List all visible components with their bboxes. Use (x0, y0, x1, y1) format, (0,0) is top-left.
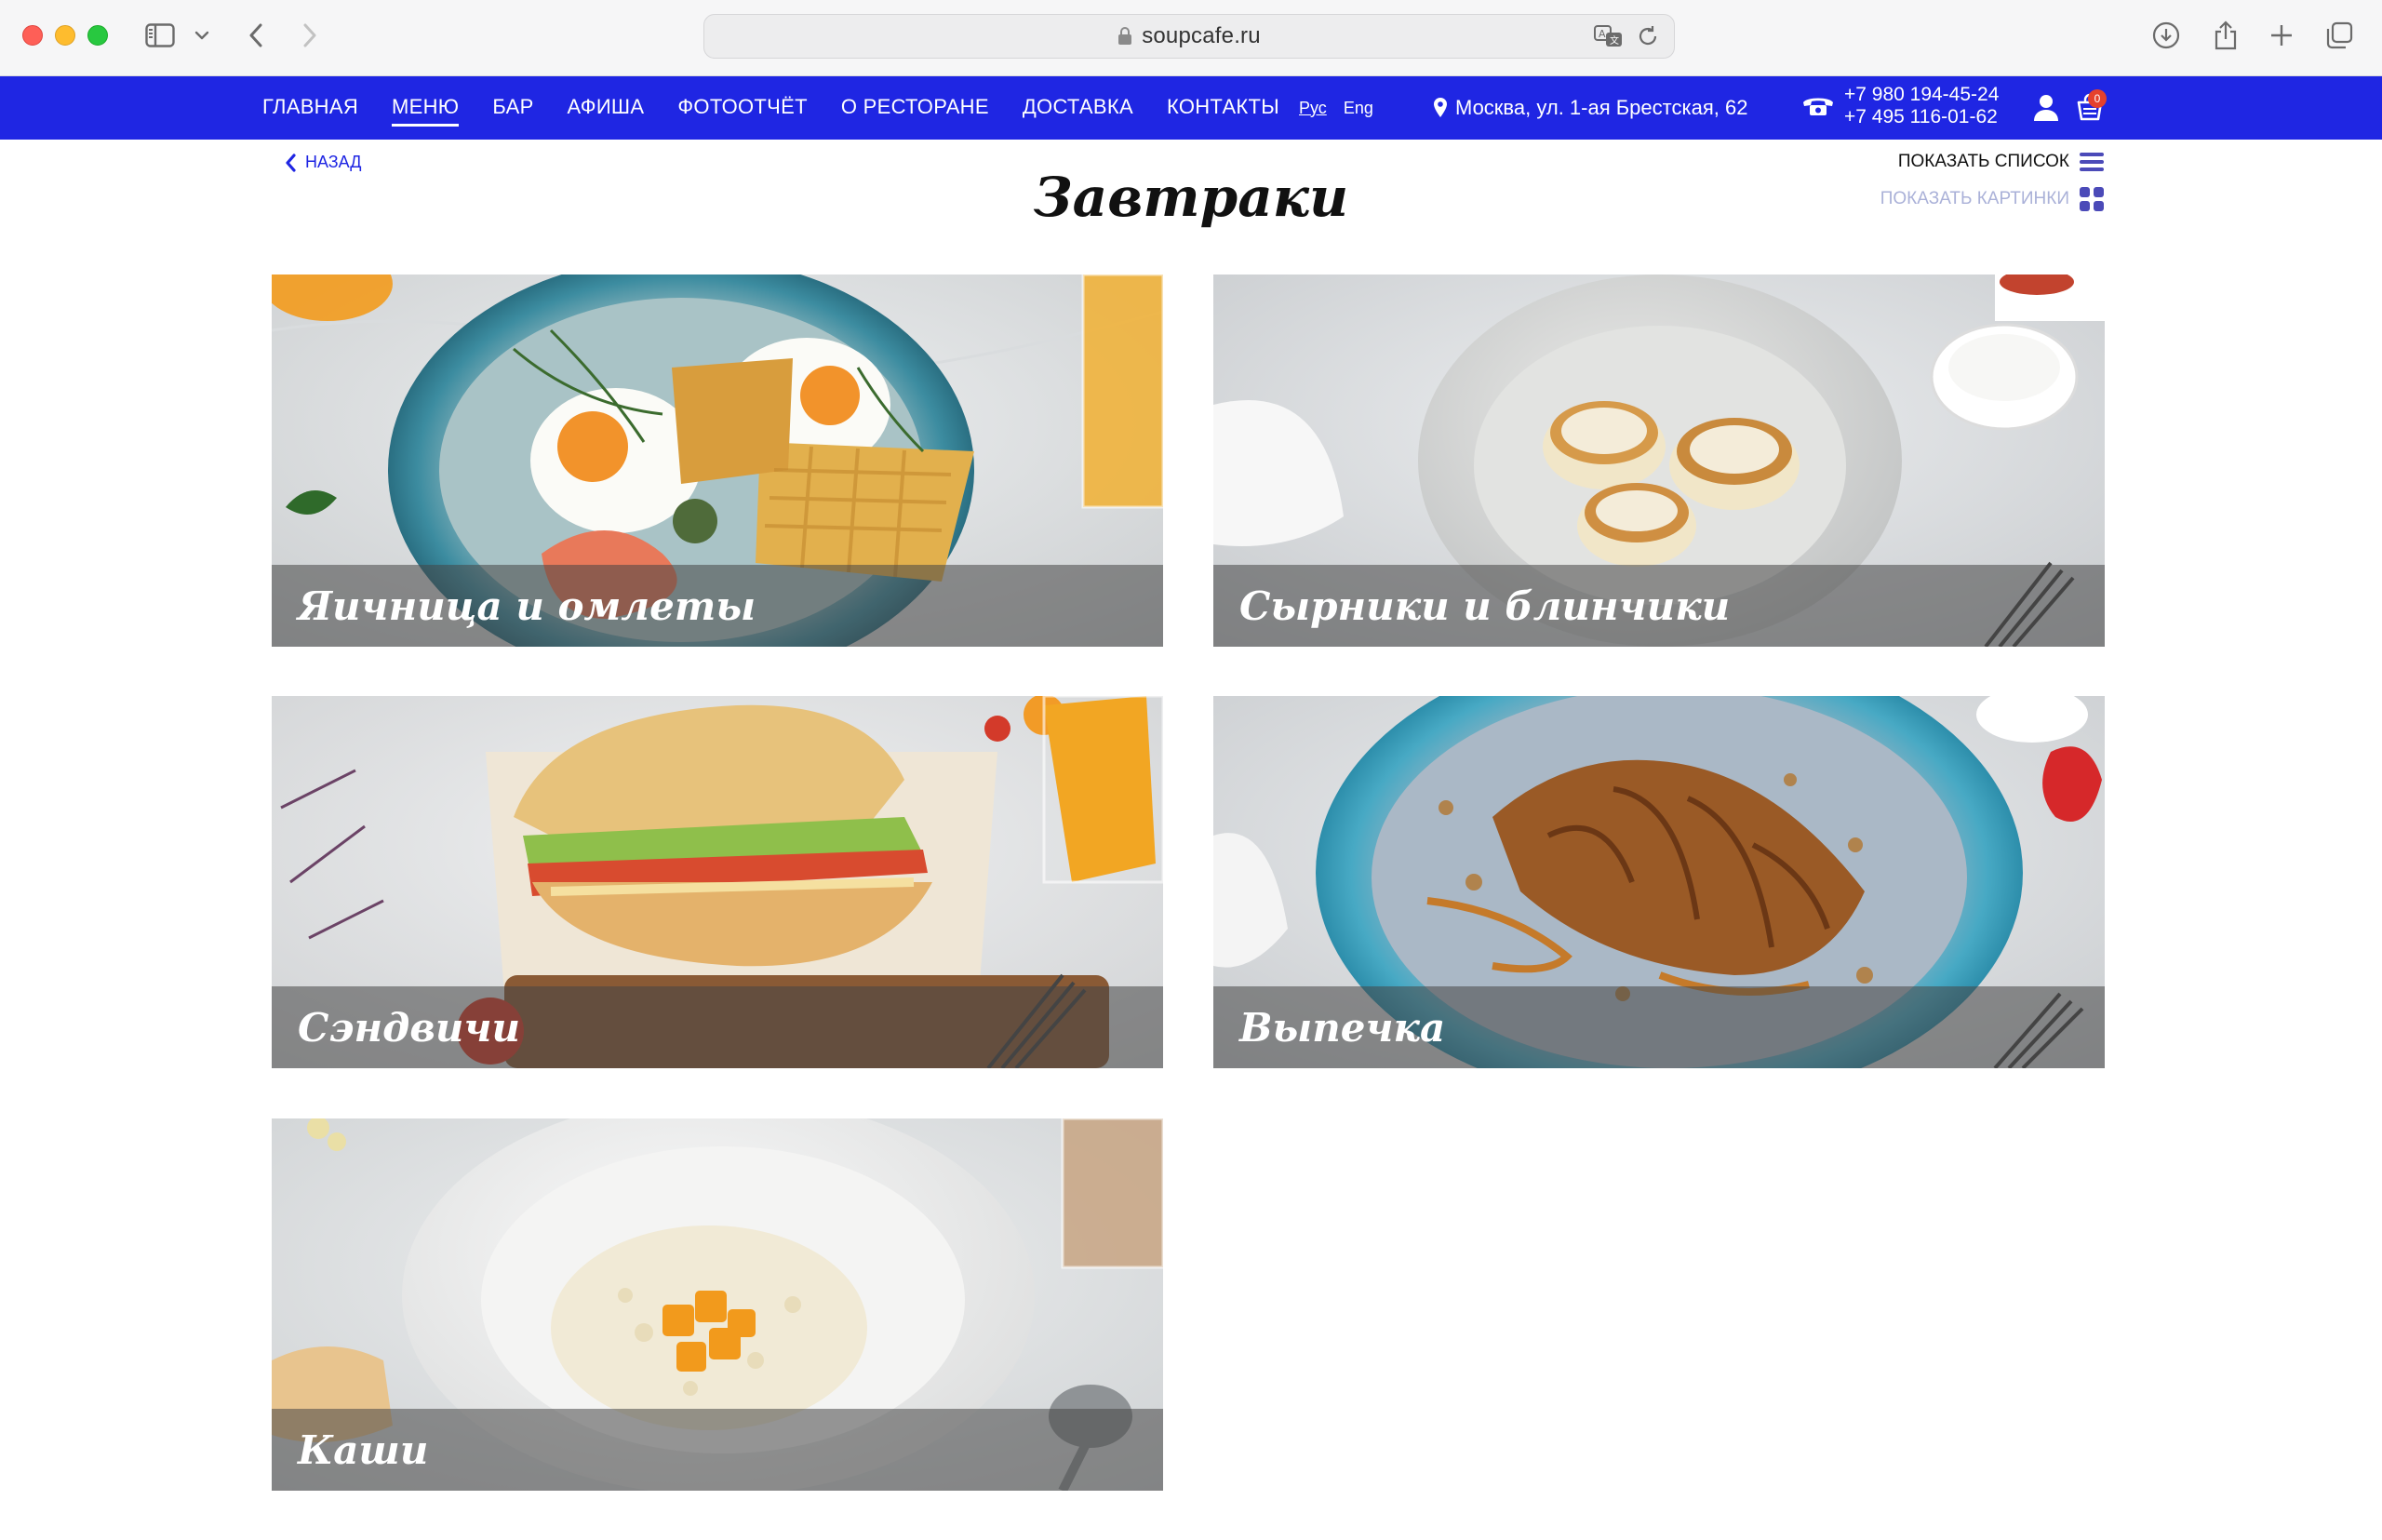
plus-icon (2271, 25, 2292, 46)
lock-icon (1117, 27, 1132, 46)
nav-item-delivery[interactable]: Доставка (1023, 95, 1133, 121)
cart-count-badge: 0 (2088, 89, 2107, 108)
category-title: Яичница и омлеты (272, 565, 1163, 647)
chevron-down-icon (194, 31, 209, 40)
phone-number-1[interactable]: +7 980 194-45-24 (1844, 84, 1999, 106)
category-title: Выпечка (1213, 986, 2105, 1068)
url-text: soupcafe.ru (1142, 23, 1261, 48)
share-icon (2215, 20, 2237, 50)
nav-item-photo-report[interactable]: Фотоотчёт (677, 95, 807, 121)
svg-text:A: A (1599, 28, 1606, 40)
category-card-syrniki-crepes[interactable]: Сырники и блинчики (1213, 275, 2105, 647)
category-card-eggs-omelets[interactable]: Яичница и омлеты (272, 275, 1163, 647)
nav-item-contacts[interactable]: Контакты (1167, 95, 1279, 121)
close-window-button[interactable] (22, 25, 43, 46)
show-list-label: Показать список (1897, 152, 2069, 171)
minimize-window-button[interactable] (55, 25, 75, 46)
tab-group-dropdown[interactable] (190, 17, 214, 54)
category-card-sandwiches[interactable]: Сэндвичи (272, 696, 1163, 1068)
category-card-pastry[interactable]: Выпечка (1213, 696, 2105, 1068)
download-icon (2152, 21, 2180, 49)
share-button[interactable] (2207, 17, 2244, 54)
phone-number-2[interactable]: +7 495 116-01-62 (1844, 106, 1999, 128)
map-pin-icon (1434, 98, 1447, 117)
phone-block: +7 980 194-45-24 +7 495 116-01-62 (1801, 84, 1999, 128)
lang-en-link[interactable]: Eng (1344, 99, 1373, 118)
address-text: Москва, ул. 1-ая Брестская, 62 (1455, 96, 1748, 119)
show-pictures-label: Показать картинки (1880, 189, 2069, 208)
browser-toolbar: soupcafe.ru A文 (0, 0, 2382, 76)
user-account-icon[interactable] (2032, 93, 2060, 123)
category-card-porridge[interactable]: Каши (272, 1118, 1163, 1491)
zoom-window-button[interactable] (87, 25, 108, 46)
lang-ru-link[interactable]: Рус (1299, 99, 1327, 118)
site-navigation: Главная Меню Бар Афиша Фотоотчёт О ресто… (0, 76, 2382, 140)
translate-icon[interactable]: A文 (1594, 24, 1624, 48)
category-title: Сэндвичи (272, 986, 1163, 1068)
nav-item-bar[interactable]: Бар (492, 95, 533, 121)
window-controls (22, 25, 108, 46)
browser-back-button[interactable] (240, 17, 272, 54)
browser-forward-button[interactable] (294, 17, 326, 54)
sidebar-icon (145, 23, 175, 47)
main-menu: Главная Меню Бар Афиша Фотоотчёт О ресто… (262, 76, 1313, 140)
nav-item-events[interactable]: Афиша (568, 95, 645, 121)
reload-icon[interactable] (1637, 25, 1659, 47)
phone-icon (1803, 98, 1833, 115)
tabs-overview-icon (2326, 21, 2353, 49)
chevron-right-icon (303, 23, 316, 47)
category-title: Сырники и блинчики (1213, 565, 2105, 647)
language-switcher: Рус Eng (1299, 76, 1373, 140)
address-bar[interactable]: soupcafe.ru A文 (703, 14, 1675, 59)
chevron-left-icon (249, 23, 262, 47)
svg-text:文: 文 (1610, 34, 1619, 47)
sidebar-toggle-button[interactable] (141, 17, 179, 54)
show-pictures-toggle[interactable]: Показать картинки (1880, 186, 2105, 212)
restaurant-address[interactable]: Москва, ул. 1-ая Брестская, 62 (1433, 76, 1747, 140)
nav-item-home[interactable]: Главная (262, 95, 358, 121)
grid-icon (2080, 187, 2104, 211)
list-icon (2080, 153, 2104, 171)
new-tab-button[interactable] (2263, 17, 2300, 54)
nav-item-menu[interactable]: Меню (392, 95, 460, 127)
show-list-toggle[interactable]: Показать список (1898, 151, 2105, 173)
tab-overview-button[interactable] (2321, 17, 2358, 54)
nav-item-about[interactable]: О ресторане (841, 95, 989, 121)
category-title: Каши (272, 1409, 1163, 1491)
downloads-button[interactable] (2148, 17, 2185, 54)
